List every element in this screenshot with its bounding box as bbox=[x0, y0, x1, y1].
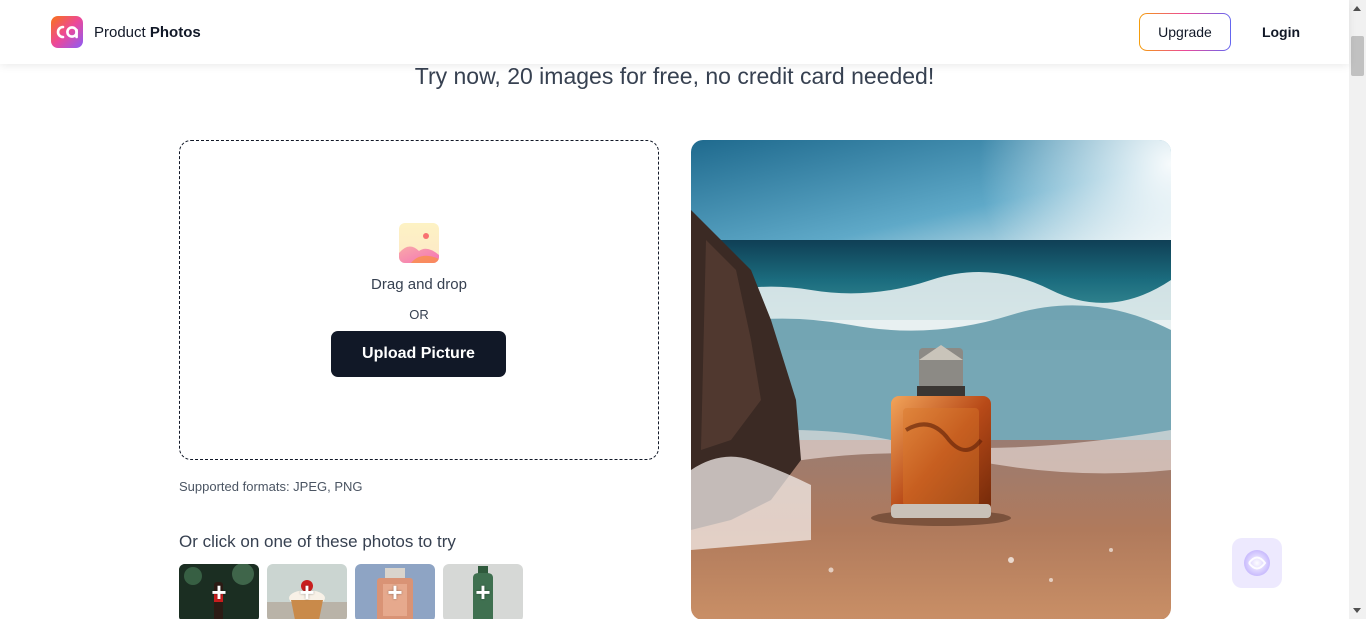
sample-photo-cupcake[interactable]: + bbox=[267, 564, 347, 619]
image-placeholder-icon bbox=[399, 223, 439, 263]
example-result-image bbox=[691, 140, 1171, 619]
scroll-down-arrow-icon[interactable] bbox=[1353, 608, 1361, 613]
scroll-up-arrow-icon[interactable] bbox=[1353, 6, 1361, 11]
upload-picture-button[interactable]: Upload Picture bbox=[331, 331, 506, 377]
sample-photos-heading: Or click on one of these photos to try bbox=[179, 532, 456, 551]
add-icon: + bbox=[211, 577, 227, 607]
ca-logo-icon[interactable] bbox=[51, 16, 83, 48]
page-scrollbar[interactable] bbox=[1349, 0, 1366, 619]
sample-photo-perfume[interactable]: + bbox=[355, 564, 435, 619]
add-icon: + bbox=[387, 577, 403, 607]
upgrade-button[interactable]: Upgrade bbox=[1139, 13, 1231, 51]
drag-and-drop-label: Drag and drop bbox=[371, 276, 467, 293]
login-button[interactable]: Login bbox=[1252, 13, 1310, 51]
perfume-beach-illustration bbox=[691, 140, 1171, 619]
add-icon: + bbox=[475, 577, 491, 607]
brand-name[interactable]: Product Photos bbox=[94, 24, 201, 41]
chat-assistant-button[interactable] bbox=[1232, 538, 1282, 588]
supported-formats-text: Supported formats: JPEG, PNG bbox=[179, 479, 363, 494]
sample-photo-green-bottle[interactable]: + bbox=[443, 564, 523, 619]
or-divider-label: OR bbox=[409, 307, 429, 322]
top-navbar: Product Photos Upgrade Login bbox=[0, 0, 1349, 64]
sparkle-swirl-icon bbox=[1244, 550, 1270, 576]
scroll-thumb[interactable] bbox=[1351, 36, 1364, 76]
sample-photo-bottle-forest[interactable]: + bbox=[179, 564, 259, 619]
brand-prefix: Product bbox=[94, 24, 146, 41]
add-icon: + bbox=[299, 577, 315, 607]
upload-dropzone[interactable]: Drag and drop OR Upload Picture bbox=[179, 140, 659, 460]
brand-bold: Photos bbox=[149, 24, 201, 41]
page-tagline: Try now, 20 images for free, no credit c… bbox=[414, 63, 935, 89]
